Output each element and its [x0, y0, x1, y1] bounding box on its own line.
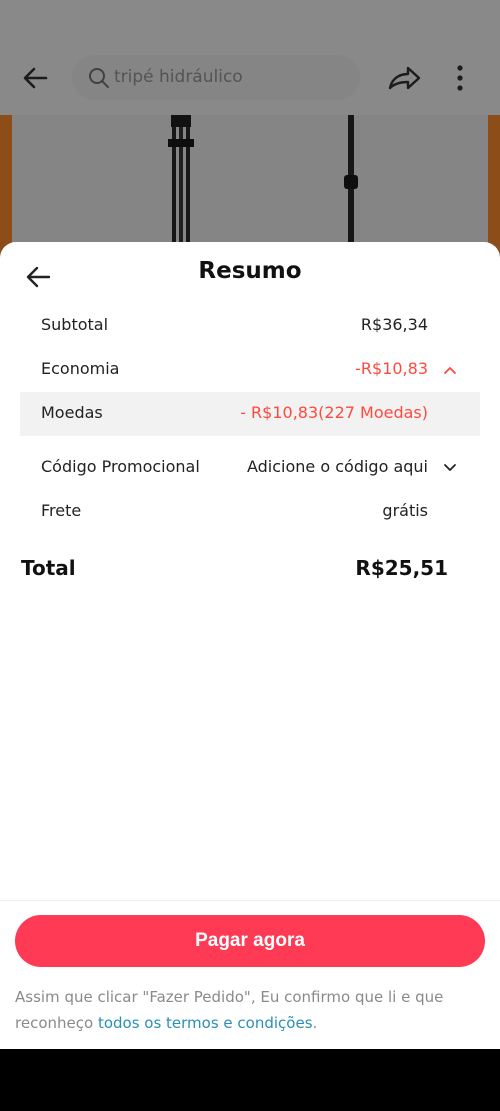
frete-label: Frete: [41, 501, 82, 520]
moedas-label: Moedas: [41, 403, 103, 422]
moedas-value: - R$10,83(227 Moedas): [240, 403, 428, 422]
dim-overlay[interactable]: [0, 0, 500, 260]
terms-link[interactable]: todos os termos e condições: [98, 1014, 313, 1032]
pay-now-button[interactable]: Pagar agora: [15, 915, 485, 967]
promo-label: Código Promocional: [41, 457, 200, 476]
terms-notice: Assim que clicar "Fazer Pedido", Eu conf…: [15, 984, 485, 1036]
system-navigation-bar: [0, 1049, 500, 1111]
promo-value[interactable]: Adicione o código aqui: [247, 457, 428, 476]
subtotal-value: R$36,34: [360, 315, 428, 334]
moedas-row: Moedas - R$10,83(227 Moedas): [20, 392, 480, 436]
chevron-up-icon[interactable]: [442, 362, 458, 378]
economia-label: Economia: [41, 359, 120, 378]
economia-row[interactable]: Economia -R$10,83: [20, 348, 480, 392]
footer-divider: [0, 900, 500, 901]
terms-end: .: [312, 1014, 318, 1032]
total-label: Total: [21, 556, 76, 580]
sheet-title: Resumo: [198, 258, 302, 284]
promo-code-row[interactable]: Código Promocional Adicione o código aqu…: [20, 446, 480, 490]
frete-row: Frete grátis: [20, 490, 480, 534]
subtotal-row: Subtotal R$36,34: [20, 304, 480, 348]
chevron-down-icon[interactable]: [442, 460, 458, 476]
subtotal-label: Subtotal: [41, 315, 109, 334]
background-page: tripé hidráulico: [0, 0, 500, 260]
total-value: R$25,51: [355, 556, 448, 580]
economia-value: -R$10,83: [355, 359, 428, 378]
frete-value: grátis: [382, 501, 428, 520]
summary-sheet: Resumo Subtotal R$36,34 Economia -R$10,8…: [0, 242, 500, 1049]
